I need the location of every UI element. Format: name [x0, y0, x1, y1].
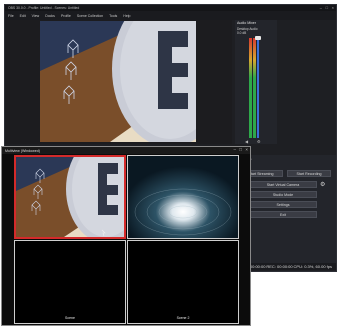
- speaker-icon[interactable]: ◀: [245, 139, 248, 144]
- multiview-window: Multiview (Windowed) – □ × Scene Scene 2: [1, 146, 251, 326]
- mixer-level: 0.0 dB: [237, 31, 247, 35]
- multiview-scene-cell[interactable]: Scene: [14, 240, 126, 324]
- menu-file[interactable]: File: [8, 14, 14, 18]
- status-rec: REC: 00:00:00: [266, 264, 293, 269]
- maximize-icon[interactable]: □: [326, 5, 328, 10]
- minimize-icon[interactable]: –: [320, 5, 322, 10]
- menu-view[interactable]: View: [32, 14, 40, 18]
- scene-label: Scene: [65, 316, 75, 320]
- menu-bar: File Edit View Docks Profile Scene Colle…: [5, 11, 336, 20]
- volume-slider[interactable]: [257, 38, 259, 138]
- start-virtual-camera-button[interactable]: Start Virtual Camera: [249, 181, 317, 188]
- settings-button[interactable]: Settings: [249, 201, 317, 208]
- multiview-maximize-icon[interactable]: □: [239, 147, 242, 152]
- menu-profile[interactable]: Profile: [61, 14, 71, 18]
- multiview-title-bar: Multiview (Windowed) – □ ×: [2, 147, 250, 154]
- start-recording-button[interactable]: Start Recording: [287, 170, 331, 177]
- scene-2-label: Scene 2: [176, 316, 190, 320]
- menu-scene-collection[interactable]: Scene Collection: [77, 14, 103, 18]
- studio-mode-button[interactable]: Studio Mode: [249, 191, 317, 198]
- menu-help[interactable]: Help: [123, 14, 130, 18]
- audio-mixer-title: Audio Mixer: [237, 21, 256, 25]
- menu-tools[interactable]: Tools: [109, 14, 117, 18]
- volume-meter-right: [253, 38, 256, 138]
- multiview-preview-cell[interactable]: [127, 155, 239, 239]
- volume-meter-left: [249, 38, 252, 138]
- multiview-title: Multiview (Windowed): [5, 148, 40, 153]
- preview-water-image: [128, 156, 238, 238]
- volume-slider-handle[interactable]: [255, 36, 261, 40]
- multiview-scene-2-cell[interactable]: Scene 2: [127, 240, 239, 324]
- preview-canvas[interactable]: [40, 21, 196, 142]
- multiview-close-icon[interactable]: ×: [245, 147, 248, 152]
- window-title: OBS 30.0.0 - Profile: Untitled - Scenes:…: [8, 6, 80, 10]
- multiview-program-cell[interactable]: [14, 155, 126, 239]
- exit-button[interactable]: Exit: [249, 211, 317, 218]
- program-scene-image: [16, 157, 124, 237]
- audio-mixer-dock: Audio Mixer Desktop Audio 0.0 dB ◀ ⚙: [235, 20, 277, 144]
- multiview-minimize-icon[interactable]: –: [233, 147, 236, 152]
- preview-scene-image: [40, 21, 196, 142]
- preview-area[interactable]: [5, 20, 232, 144]
- menu-docks[interactable]: Docks: [45, 14, 55, 18]
- menu-edit[interactable]: Edit: [20, 14, 26, 18]
- virtual-camera-gear-icon[interactable]: ⚙: [320, 181, 325, 188]
- close-icon[interactable]: ×: [332, 5, 334, 10]
- status-cpu: CPU: 0.3%, 60.00 fps: [293, 264, 332, 269]
- gear-icon[interactable]: ⚙: [257, 139, 261, 144]
